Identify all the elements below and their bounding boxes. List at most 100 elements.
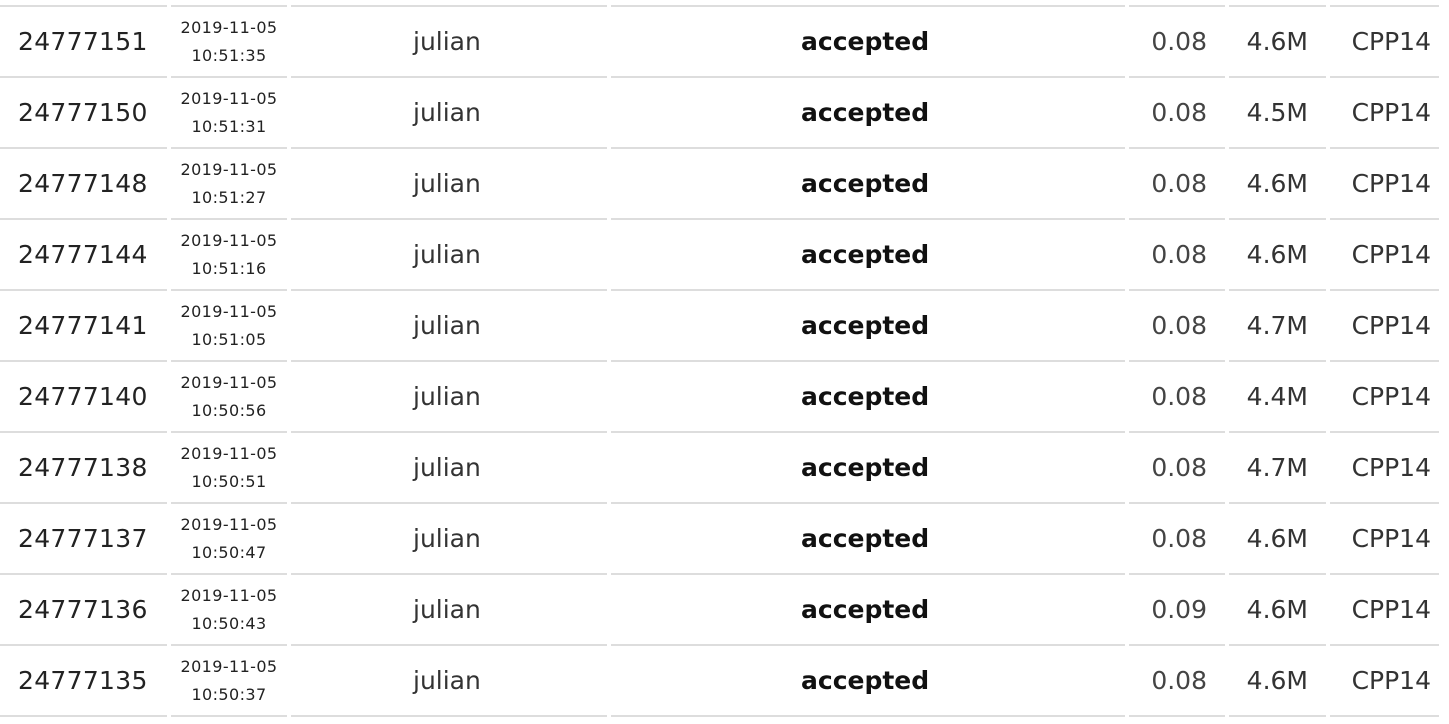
- submission-language: CPP14: [1330, 289, 1439, 360]
- submission-datetime: 2019-11-05 10:51:16: [171, 218, 287, 289]
- submission-datetime: 2019-11-05 10:51:05: [171, 289, 287, 360]
- submission-user[interactable]: julian: [291, 502, 607, 573]
- submission-time: 10:51:05: [191, 329, 267, 349]
- submission-status: accepted: [611, 644, 1125, 717]
- submission-date: 2019-11-05: [180, 443, 278, 463]
- table-row: 24777135 2019-11-05 10:50:37 julian accep…: [0, 644, 1439, 717]
- submission-memory: 4.7M: [1229, 289, 1326, 360]
- submission-status: accepted: [611, 147, 1125, 218]
- submission-language: CPP14: [1330, 502, 1439, 573]
- table-row: 24777150 2019-11-05 10:51:31 julian accep…: [0, 76, 1439, 147]
- submission-datetime: 2019-11-05 10:50:37: [171, 644, 287, 717]
- submission-user[interactable]: julian: [291, 5, 607, 76]
- submission-memory: 4.4M: [1229, 360, 1326, 431]
- submission-user[interactable]: julian: [291, 431, 607, 502]
- submission-status: accepted: [611, 289, 1125, 360]
- submission-status: accepted: [611, 76, 1125, 147]
- table-row: 24777141 2019-11-05 10:51:05 julian accep…: [0, 289, 1439, 360]
- submissions-table: 24777151 2019-11-05 10:51:35 julian accep…: [0, 5, 1443, 717]
- submission-id[interactable]: 24777151: [0, 5, 167, 76]
- submission-language: CPP14: [1330, 431, 1439, 502]
- submission-datetime: 2019-11-05 10:51:35: [171, 5, 287, 76]
- submission-id[interactable]: 24777138: [0, 431, 167, 502]
- submission-date: 2019-11-05: [180, 301, 278, 321]
- submission-datetime: 2019-11-05 10:50:47: [171, 502, 287, 573]
- submission-memory: 4.6M: [1229, 573, 1326, 644]
- submission-time: 10:51:31: [191, 116, 267, 136]
- submission-language: CPP14: [1330, 147, 1439, 218]
- submission-user[interactable]: julian: [291, 289, 607, 360]
- submission-time: 10:50:37: [191, 684, 267, 704]
- table-row: 24777138 2019-11-05 10:50:51 julian accep…: [0, 431, 1439, 502]
- submission-time: 10:50:47: [191, 542, 267, 562]
- submission-id[interactable]: 24777148: [0, 147, 167, 218]
- submission-id[interactable]: 24777150: [0, 76, 167, 147]
- submission-id[interactable]: 24777141: [0, 289, 167, 360]
- submission-datetime: 2019-11-05 10:50:51: [171, 431, 287, 502]
- submission-language: CPP14: [1330, 218, 1439, 289]
- submission-memory: 4.6M: [1229, 147, 1326, 218]
- submission-status: accepted: [611, 573, 1125, 644]
- submission-id[interactable]: 24777140: [0, 360, 167, 431]
- submission-status: accepted: [611, 5, 1125, 76]
- submission-time: 10:50:43: [191, 613, 267, 633]
- submission-date: 2019-11-05: [180, 514, 278, 534]
- table-row: 24777137 2019-11-05 10:50:47 julian accep…: [0, 502, 1439, 573]
- submission-user[interactable]: julian: [291, 218, 607, 289]
- table-row: 24777136 2019-11-05 10:50:43 julian accep…: [0, 573, 1439, 644]
- submission-id[interactable]: 24777135: [0, 644, 167, 717]
- submission-memory: 4.5M: [1229, 76, 1326, 147]
- submission-memory: 4.7M: [1229, 431, 1326, 502]
- submission-memory: 4.6M: [1229, 5, 1326, 76]
- submission-cpu-time: 0.08: [1129, 5, 1225, 76]
- submission-user[interactable]: julian: [291, 360, 607, 431]
- submission-datetime: 2019-11-05 10:51:31: [171, 76, 287, 147]
- submission-date: 2019-11-05: [180, 88, 278, 108]
- submission-cpu-time: 0.08: [1129, 644, 1225, 717]
- submission-cpu-time: 0.08: [1129, 289, 1225, 360]
- submission-language: CPP14: [1330, 76, 1439, 147]
- submission-date: 2019-11-05: [180, 585, 278, 605]
- submission-cpu-time: 0.08: [1129, 360, 1225, 431]
- submission-cpu-time: 0.08: [1129, 502, 1225, 573]
- submission-id[interactable]: 24777144: [0, 218, 167, 289]
- submission-time: 10:50:56: [191, 400, 267, 420]
- submission-language: CPP14: [1330, 5, 1439, 76]
- submission-memory: 4.6M: [1229, 218, 1326, 289]
- submission-time: 10:50:51: [191, 471, 267, 491]
- submission-cpu-time: 0.08: [1129, 431, 1225, 502]
- submission-cpu-time: 0.08: [1129, 147, 1225, 218]
- table-row: 24777144 2019-11-05 10:51:16 julian accep…: [0, 218, 1439, 289]
- submission-user[interactable]: julian: [291, 644, 607, 717]
- submission-time: 10:51:35: [191, 45, 267, 65]
- submission-language: CPP14: [1330, 360, 1439, 431]
- submission-language: CPP14: [1330, 573, 1439, 644]
- submission-language: CPP14: [1330, 644, 1439, 717]
- submissions-body: 24777151 2019-11-05 10:51:35 julian accep…: [0, 5, 1439, 717]
- submission-date: 2019-11-05: [180, 17, 278, 37]
- submission-cpu-time: 0.08: [1129, 218, 1225, 289]
- submission-memory: 4.6M: [1229, 644, 1326, 717]
- table-row: 24777148 2019-11-05 10:51:27 julian accep…: [0, 147, 1439, 218]
- table-row: 24777151 2019-11-05 10:51:35 julian accep…: [0, 5, 1439, 76]
- submission-datetime: 2019-11-05 10:51:27: [171, 147, 287, 218]
- table-row: 24777140 2019-11-05 10:50:56 julian accep…: [0, 360, 1439, 431]
- submission-cpu-time: 0.08: [1129, 76, 1225, 147]
- submission-cpu-time: 0.09: [1129, 573, 1225, 644]
- submission-id[interactable]: 24777136: [0, 573, 167, 644]
- submission-id[interactable]: 24777137: [0, 502, 167, 573]
- submission-user[interactable]: julian: [291, 147, 607, 218]
- submission-status: accepted: [611, 502, 1125, 573]
- submission-time: 10:51:16: [191, 258, 267, 278]
- submission-user[interactable]: julian: [291, 76, 607, 147]
- submission-date: 2019-11-05: [180, 159, 278, 179]
- submission-user[interactable]: julian: [291, 573, 607, 644]
- submission-status: accepted: [611, 431, 1125, 502]
- submission-memory: 4.6M: [1229, 502, 1326, 573]
- submission-date: 2019-11-05: [180, 230, 278, 250]
- submission-status: accepted: [611, 360, 1125, 431]
- submission-status: accepted: [611, 218, 1125, 289]
- submission-date: 2019-11-05: [180, 372, 278, 392]
- submission-time: 10:51:27: [191, 187, 267, 207]
- submission-datetime: 2019-11-05 10:50:43: [171, 573, 287, 644]
